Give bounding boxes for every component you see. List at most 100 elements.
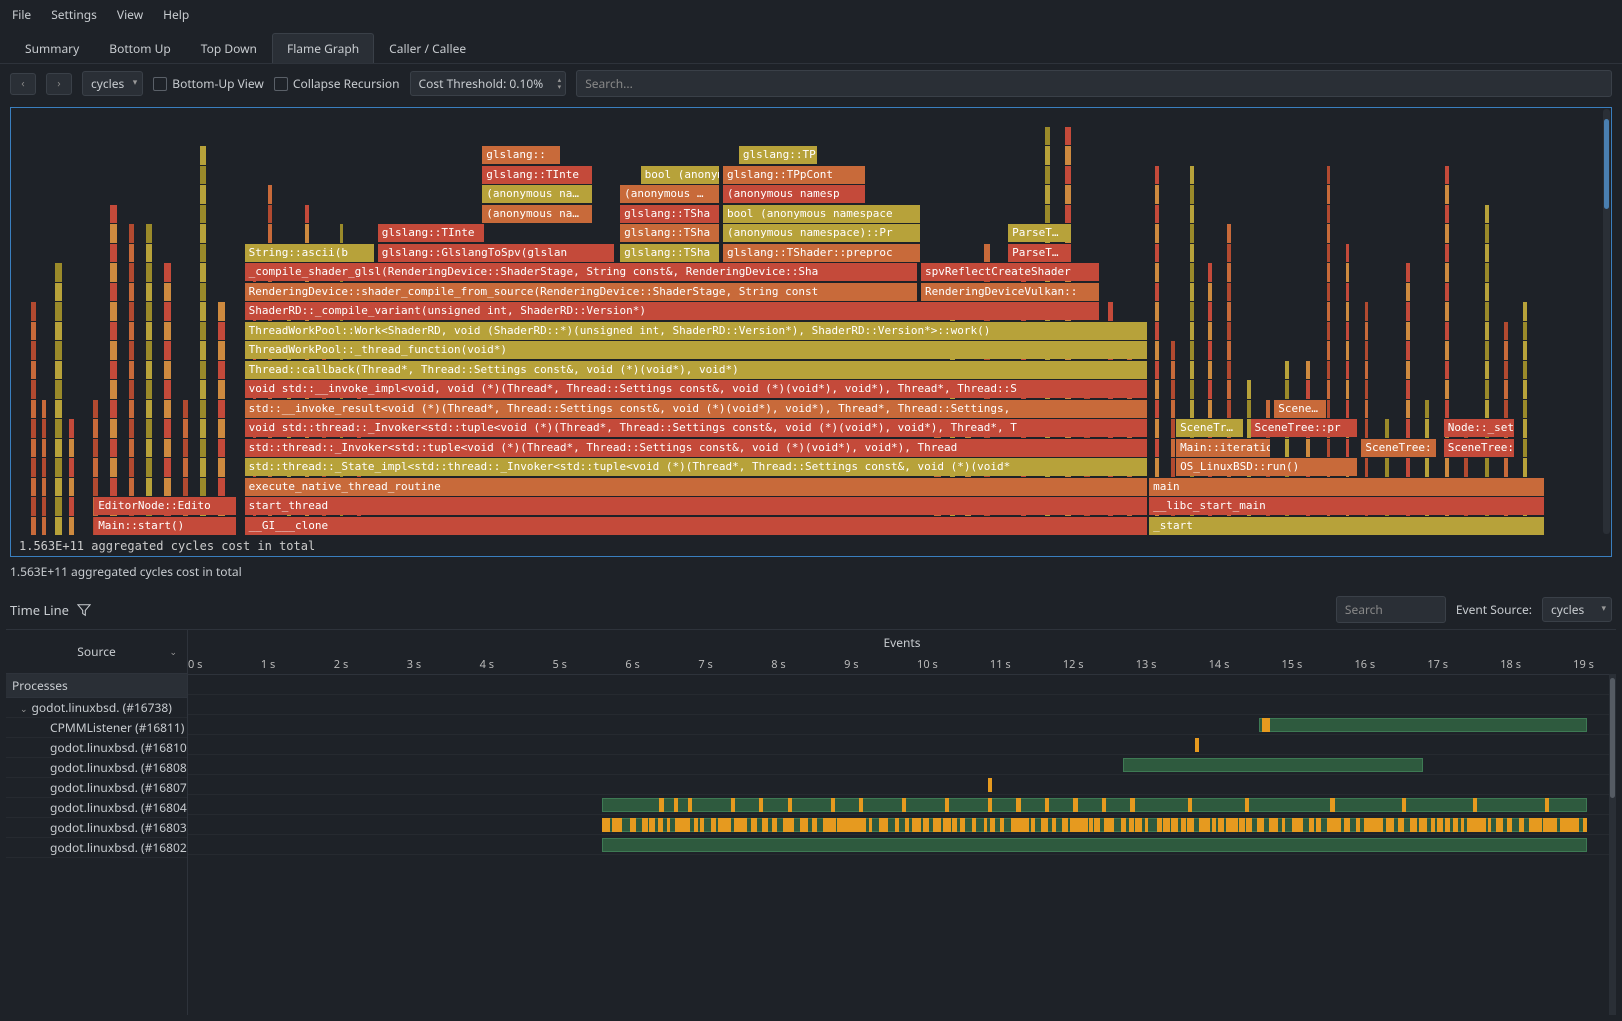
flame-frame[interactable]: _compile_shader_glsl(RenderingDevice::Sh… — [245, 263, 918, 281]
flame-frame[interactable] — [1445, 166, 1450, 185]
flame-frame[interactable] — [1406, 322, 1411, 341]
flame-frame[interactable] — [1346, 283, 1351, 302]
flame-frame[interactable] — [200, 322, 206, 341]
flame-frame[interactable]: ParseT… — [1008, 244, 1071, 262]
flame-frame[interactable] — [1445, 244, 1450, 263]
flame-frame[interactable] — [1190, 283, 1195, 302]
flame-frame[interactable]: Main::start() — [94, 517, 237, 535]
flame-frame[interactable] — [1346, 400, 1351, 419]
flame-frame[interactable] — [31, 517, 37, 536]
flame-frame[interactable] — [183, 400, 189, 419]
flame-frame[interactable] — [200, 263, 206, 282]
flame-frame[interactable] — [1406, 341, 1411, 360]
flame-frame[interactable] — [31, 322, 37, 341]
flame-frame[interactable] — [1208, 283, 1213, 302]
flame-frame[interactable] — [1385, 458, 1390, 477]
flame-frame[interactable] — [93, 478, 99, 497]
timeline-track[interactable] — [188, 735, 1616, 755]
flame-frame[interactable] — [1346, 322, 1351, 341]
flame-frame[interactable] — [42, 400, 47, 419]
flame-frame[interactable]: __GI___clone — [245, 517, 1148, 535]
flame-frame[interactable] — [1523, 439, 1528, 458]
flame-frame[interactable] — [1171, 361, 1176, 380]
flame-frame[interactable] — [110, 244, 118, 263]
flame-frame[interactable] — [1227, 224, 1232, 243]
flame-frame[interactable] — [218, 419, 226, 438]
flame-frame[interactable]: glslang::TInte — [378, 224, 486, 242]
flame-frame[interactable] — [164, 458, 172, 477]
flame-frame[interactable] — [1485, 361, 1490, 380]
flame-frame[interactable] — [1523, 322, 1528, 341]
flame-frame[interactable]: bool (anonymous namespace — [723, 205, 921, 223]
flame-frame[interactable] — [1406, 419, 1411, 438]
flame-frame[interactable] — [1504, 458, 1509, 477]
flame-frame[interactable] — [1485, 341, 1490, 360]
flame-frame[interactable]: glslang::TSha — [620, 205, 720, 223]
flame-frame[interactable] — [146, 224, 152, 243]
flame-frame[interactable] — [1266, 400, 1271, 419]
flame-frame[interactable] — [1227, 380, 1232, 399]
flame-frame[interactable] — [1504, 361, 1509, 380]
flame-frame[interactable] — [1227, 341, 1232, 360]
flame-frame[interactable] — [1445, 458, 1450, 477]
flame-frame[interactable] — [110, 283, 118, 302]
flame-frame[interactable] — [1365, 302, 1370, 321]
flame-frame[interactable] — [129, 244, 135, 263]
filter-icon[interactable] — [77, 603, 91, 617]
flame-frame[interactable] — [1171, 400, 1176, 419]
flame-frame[interactable] — [183, 439, 189, 458]
flame-frame[interactable] — [164, 322, 172, 341]
flame-frame[interactable] — [305, 224, 310, 243]
flame-frame[interactable] — [93, 419, 99, 438]
process-row[interactable]: godot.linuxbsd. (#16810) — [6, 738, 187, 758]
flame-frame[interactable] — [1045, 146, 1051, 165]
flame-frame[interactable] — [129, 224, 135, 243]
flame-frame[interactable] — [69, 478, 75, 497]
flame-frame[interactable]: (anonymous … — [620, 185, 720, 203]
flame-frame[interactable] — [42, 517, 47, 536]
flame-frame[interactable] — [1485, 458, 1490, 477]
flame-frame[interactable] — [110, 263, 118, 282]
flame-frame[interactable] — [1247, 400, 1252, 419]
flame-frame[interactable] — [1155, 380, 1160, 399]
flame-frame[interactable] — [1306, 439, 1311, 458]
flame-frame[interactable] — [1346, 341, 1351, 360]
flame-frame[interactable] — [1365, 380, 1370, 399]
flame-frame[interactable] — [129, 361, 135, 380]
flame-frame[interactable]: std::thread::_Invoker<std::tuple<void (*… — [245, 439, 1148, 457]
flame-frame[interactable] — [146, 380, 152, 399]
flame-frame[interactable] — [146, 361, 152, 380]
flame-frame[interactable] — [1365, 458, 1370, 477]
flame-frame[interactable] — [69, 419, 75, 438]
flame-frame[interactable] — [129, 341, 135, 360]
timeline-source-header[interactable]: Source ⌄ — [6, 630, 187, 674]
flame-frame[interactable] — [1365, 419, 1370, 438]
flame-frame[interactable] — [110, 224, 118, 243]
flame-frame[interactable]: bool (anonym — [641, 166, 720, 184]
flame-frame[interactable] — [1155, 283, 1160, 302]
flame-frame[interactable] — [1406, 302, 1411, 321]
flame-frame[interactable]: Scene… — [1274, 400, 1326, 418]
flame-frame[interactable] — [1227, 263, 1232, 282]
flame-frame[interactable] — [218, 458, 226, 477]
flame-frame[interactable] — [164, 283, 172, 302]
flame-frame[interactable] — [55, 341, 63, 360]
flame-frame[interactable] — [69, 458, 75, 477]
flame-frame[interactable]: SceneTree: — [1444, 439, 1515, 457]
flame-frame[interactable] — [110, 380, 118, 399]
flame-frame[interactable] — [146, 263, 152, 282]
flame-frame[interactable] — [1227, 283, 1232, 302]
flame-frame[interactable] — [1485, 205, 1490, 224]
flame-frame[interactable] — [1227, 400, 1232, 419]
tab-flame-graph[interactable]: Flame Graph — [272, 33, 374, 63]
collapse-recursion-checkbox[interactable]: Collapse Recursion — [274, 75, 400, 92]
flame-graph[interactable]: Main::start()__GI___clone_startEditorNod… — [10, 107, 1612, 557]
flame-frame[interactable]: spvReflectCreateShader — [921, 263, 1100, 281]
process-row[interactable]: ⌄godot.linuxbsd. (#16738) — [6, 698, 187, 718]
flame-frame[interactable] — [1208, 322, 1213, 341]
flame-frame[interactable] — [1523, 419, 1528, 438]
flame-frame[interactable] — [218, 302, 226, 321]
flame-frame[interactable] — [31, 361, 37, 380]
flame-frame[interactable] — [1445, 283, 1450, 302]
flame-frame[interactable] — [1208, 361, 1213, 380]
